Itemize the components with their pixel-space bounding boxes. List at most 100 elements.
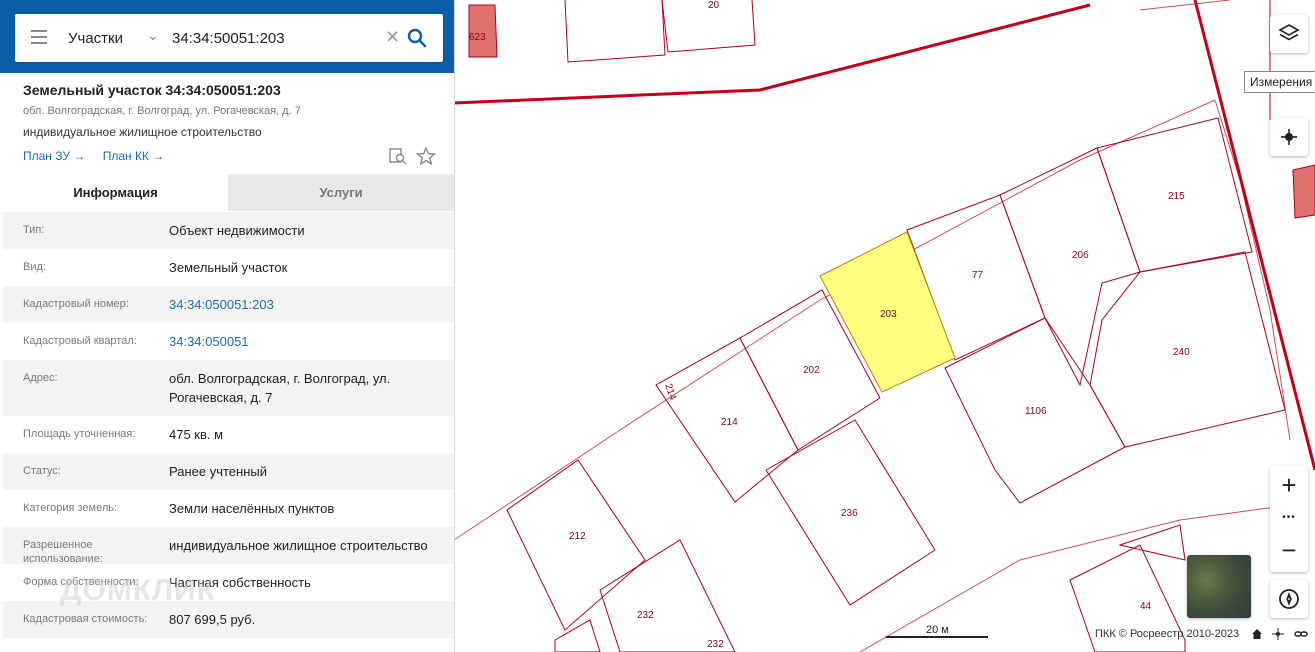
crosshair-icon <box>1281 129 1297 145</box>
parcel-title: Земельный участок 34:34:050051:203 <box>23 82 281 98</box>
parcel-right-small[interactable] <box>1118 524 1186 561</box>
table-row: Кадастровый квартал: 34:34:050051 <box>3 323 454 360</box>
table-row: Вид: Земельный участок <box>3 249 454 286</box>
info-panel: Участки ⌄ 34:34:50051:203 ✕ Земельный уч… <box>0 0 455 652</box>
label-232-b: 232 <box>707 639 724 650</box>
layers-button[interactable] <box>1270 15 1308 53</box>
plan-links: План ЗУ → План КК → <box>23 149 178 163</box>
label-240: 240 <box>1173 347 1190 358</box>
row-label: Разрешенное использование: <box>23 539 103 565</box>
table-row: Статус: Ранее учтенный <box>3 453 454 490</box>
major-line-top <box>453 3 1091 105</box>
parcel-purpose: индивидуальное жилищное строительство <box>23 125 262 139</box>
row-label: Площадь уточненная: <box>23 428 136 440</box>
link-icon[interactable] <box>1293 628 1308 640</box>
row-label: Статус: <box>23 465 61 477</box>
pink-building-top <box>468 4 498 58</box>
row-value: Объект недвижимости <box>169 223 305 238</box>
label-215: 215 <box>1168 191 1185 202</box>
label-206: 206 <box>1072 250 1089 261</box>
table-row: Адрес: обл. Волгоградская, г. Волгоград,… <box>3 360 454 416</box>
label-212: 212 <box>569 531 586 542</box>
zoom-in-button[interactable]: + <box>1270 466 1308 504</box>
layers-icon <box>1278 24 1300 41</box>
tab-info[interactable]: Информация <box>3 174 228 211</box>
top-parcels <box>564 0 756 63</box>
label-202: 202 <box>803 365 820 376</box>
row-label: Тип: <box>23 224 45 236</box>
locate-button[interactable] <box>1270 118 1308 156</box>
favorite-star-icon[interactable] <box>415 147 437 165</box>
row-label: Категория земель: <box>23 502 118 514</box>
parcel-212[interactable] <box>506 459 646 631</box>
card-actions <box>389 147 437 165</box>
plan-zu-link[interactable]: План ЗУ → <box>23 149 85 163</box>
row-value: 475 кв. м <box>169 427 224 442</box>
parcel-206[interactable] <box>999 147 1141 387</box>
quarter-line-1 <box>453 99 1216 541</box>
label-20: 20 <box>708 0 720 11</box>
parcel-232[interactable] <box>599 539 736 652</box>
label-214: 214 <box>721 417 738 428</box>
table-row: Категория земель: Земли населённых пункт… <box>3 490 454 527</box>
compass-button[interactable] <box>1270 580 1308 618</box>
label-236: 236 <box>841 508 858 519</box>
row-label: Вид: <box>23 261 46 273</box>
table-row: Тип: Объект недвижимости <box>3 212 454 249</box>
close-icon[interactable]: ✕ <box>385 27 400 48</box>
scale-bar: 20 м <box>886 624 988 638</box>
home-icon[interactable] <box>1251 628 1263 640</box>
scale-label: 20 м <box>926 624 949 636</box>
label-232: 232 <box>637 610 654 621</box>
cadastral-number-link[interactable]: 34:34:050051:203 <box>169 295 439 314</box>
table-row: Площадь уточненная: 475 кв. м <box>3 416 454 453</box>
search-box[interactable]: Участки ⌄ 34:34:50051:203 ✕ <box>15 14 443 62</box>
table-row: Кадастровый номер: 34:34:050051:203 <box>3 286 454 323</box>
watermark: ДОМКЛИК <box>60 574 216 607</box>
row-value: Земли населённых пунктов <box>169 501 335 516</box>
row-label: Кадастровый квартал: <box>23 335 137 347</box>
panel-header: Участки ⌄ 34:34:50051:203 ✕ <box>0 0 454 73</box>
search-category[interactable]: Участки <box>68 30 123 47</box>
parcel-address: обл. Волгоградская, г. Волгоград, ул. Ро… <box>23 105 301 117</box>
plan-kk-link[interactable]: План КК → <box>103 149 165 163</box>
quarter-line-4 <box>1139 0 1231 11</box>
row-value: Ранее учтенный <box>169 464 267 479</box>
row-value: обл. Волгоградская, г. Волгоград, ул. Ро… <box>169 371 391 405</box>
footer-icons <box>1251 626 1308 640</box>
more-button[interactable]: ••• <box>1270 504 1308 532</box>
row-value: 807 699,5 руб. <box>169 612 256 627</box>
label-214-rotated: 214 <box>662 382 678 402</box>
compass-icon <box>1279 589 1299 609</box>
label-1106: 1106 <box>1025 406 1047 417</box>
tab-services[interactable]: Услуги <box>228 174 454 211</box>
burger-icon[interactable] <box>31 30 47 44</box>
label-203: 203 <box>880 309 897 320</box>
top-parcel-a <box>564 0 666 63</box>
label-44: 44 <box>1140 601 1152 612</box>
zoom-out-button[interactable]: − <box>1270 532 1308 570</box>
major-boundaries <box>453 0 1315 471</box>
tabs: Информация Услуги <box>3 174 454 211</box>
search-icon[interactable] <box>407 28 427 48</box>
scale-line <box>886 636 988 638</box>
crosshair-icon[interactable] <box>1272 627 1285 640</box>
cadastral-quarter-link[interactable]: 34:34:050051 <box>169 332 439 351</box>
parcel-232-b[interactable] <box>554 619 601 652</box>
collapse-panel-button[interactable]: ‹ <box>454 25 469 53</box>
satellite-basemap-thumbnail[interactable] <box>1187 555 1251 618</box>
row-value: индивидуальное жилищное строительство <box>169 538 428 553</box>
preview-search-icon[interactable] <box>389 148 407 165</box>
chevron-down-icon[interactable]: ⌄ <box>147 27 159 44</box>
pink-building-right <box>1292 164 1315 219</box>
zoom-controls: + ••• − <box>1270 466 1308 572</box>
copyright: ПКК © Росреестр 2010-2023 <box>1095 628 1240 640</box>
label-77: 77 <box>972 270 984 281</box>
row-value: Земельный участок <box>169 260 288 275</box>
label-623: 623 <box>469 32 486 43</box>
row-label: Адрес: <box>23 372 58 384</box>
row-label: Кадастровый номер: <box>23 298 129 310</box>
search-input[interactable]: 34:34:50051:203 <box>172 30 285 47</box>
row-label: Кадастровая стоимость: <box>23 613 148 625</box>
table-row: Разрешенное использование: индивидуально… <box>3 527 454 565</box>
